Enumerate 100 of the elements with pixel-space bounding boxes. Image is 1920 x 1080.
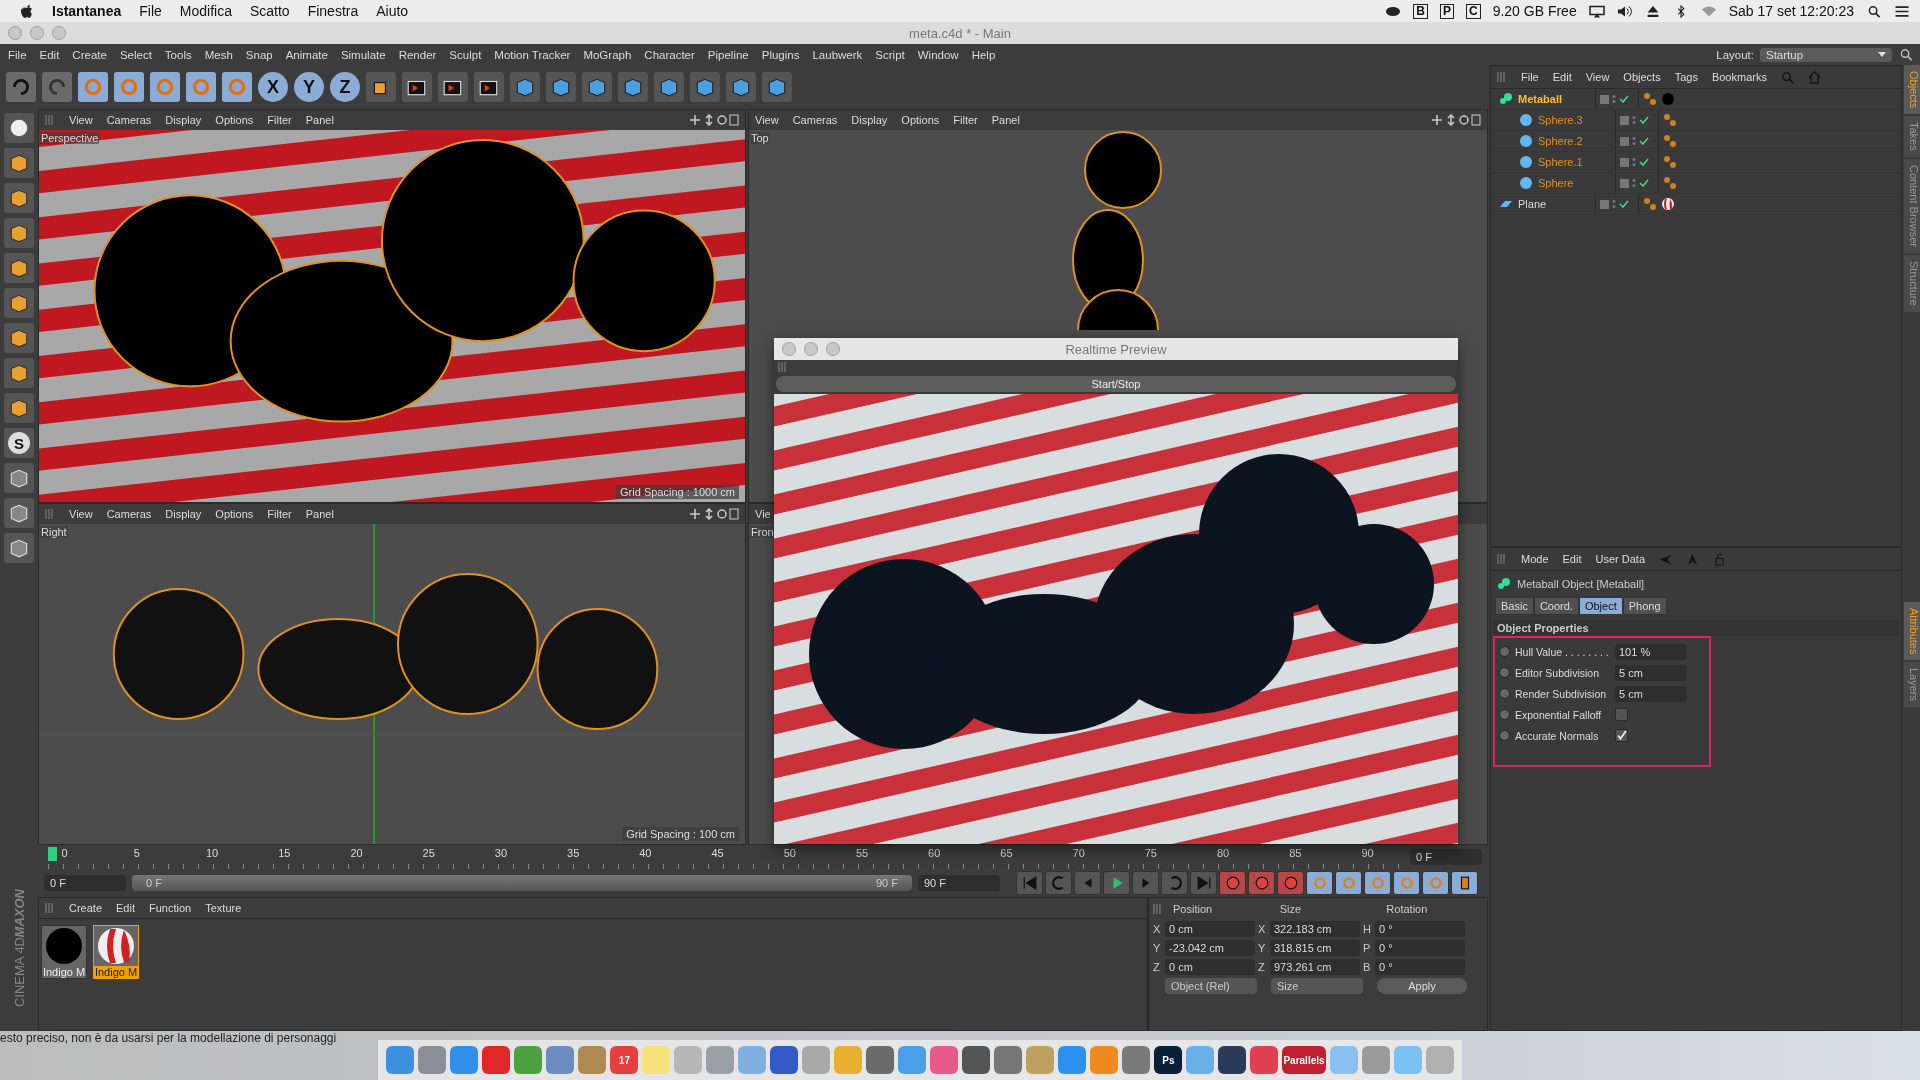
viewport-navigation-icon[interactable] (689, 508, 739, 520)
layout-dropdown[interactable]: Startup (1760, 47, 1892, 62)
viewport-menu-item[interactable]: Cameras (106, 114, 152, 126)
menu-item[interactable]: Motion Tracker (494, 48, 571, 61)
zoom-button[interactable] (52, 26, 66, 40)
position-field[interactable]: 0 cm (1165, 959, 1255, 975)
viewport-menu-item[interactable]: Filter (267, 508, 292, 520)
viewport-navigation-icon[interactable] (1431, 114, 1481, 126)
menu-item[interactable]: Window (917, 48, 959, 61)
attribute-tab[interactable]: Object (1578, 597, 1623, 615)
animation-radio[interactable] (1499, 667, 1510, 678)
visibility-dots-icon[interactable] (1632, 115, 1636, 125)
visibility-dots-icon[interactable] (1632, 136, 1636, 146)
menu-item[interactable]: Character (644, 48, 695, 61)
menu-item[interactable]: User Data (1595, 553, 1646, 565)
menu-item[interactable]: Edit (116, 902, 135, 914)
viewport-menu-item[interactable]: View (69, 508, 93, 520)
app-icon[interactable]: Parallels (1282, 1046, 1326, 1074)
grip-icon[interactable] (778, 362, 788, 372)
material-swatch[interactable]: Indigo M (93, 925, 139, 979)
menu-item[interactable]: File (139, 3, 162, 19)
menu-item[interactable]: Modifica (179, 3, 232, 19)
speaker-icon[interactable] (1616, 4, 1633, 18)
start-frame-field[interactable]: 0 F (44, 875, 126, 891)
grip-icon[interactable] (1497, 554, 1507, 564)
close-button[interactable] (8, 26, 22, 40)
status-icon[interactable]: P (1439, 3, 1454, 19)
clapperboard-icon[interactable] (402, 72, 432, 102)
position-field[interactable]: -23.042 cm (1165, 940, 1255, 956)
rotation-field[interactable]: 0 ° (1375, 959, 1465, 975)
redo-icon[interactable] (42, 72, 72, 102)
menu-item[interactable]: Laubwerk (812, 48, 863, 61)
position-field[interactable]: 0 cm (1165, 921, 1255, 937)
menu-item[interactable]: Bookmarks (1711, 71, 1767, 83)
viewport-menu-item[interactable]: Filter (953, 114, 978, 126)
viewport-menu-item[interactable]: Options (215, 508, 254, 520)
menu-item[interactable]: Help (971, 48, 996, 61)
object-row[interactable]: Sphere (1491, 173, 1901, 194)
circle-letter-icon[interactable]: S (4, 428, 34, 458)
cube-icon[interactable] (510, 72, 540, 102)
menu-item[interactable]: Pipeline (707, 48, 749, 61)
object-row[interactable]: Plane (1491, 194, 1901, 215)
previous-key-button[interactable] (1045, 871, 1072, 895)
phong-tag-icon[interactable] (1663, 134, 1677, 148)
attribute-tab[interactable]: Phong (1622, 597, 1667, 615)
next-key-button[interactable] (1161, 871, 1188, 895)
minimize-button[interactable] (30, 26, 44, 40)
number-field[interactable]: 101 % (1615, 643, 1687, 660)
wifi-icon[interactable] (1700, 4, 1717, 18)
keyframe-filter-button[interactable] (1422, 871, 1449, 895)
menu-item[interactable]: Sculpt (449, 48, 482, 61)
menu-item[interactable]: Tools (164, 48, 192, 61)
attribute-tab[interactable]: Coord. (1533, 597, 1579, 615)
cloud-icon[interactable] (1385, 4, 1402, 18)
checkbox[interactable] (1615, 729, 1628, 742)
disk-space-status[interactable]: 9.20 GB Free (1492, 3, 1577, 19)
zoom-button[interactable] (826, 342, 840, 356)
cube-icon[interactable] (4, 323, 34, 353)
viewport-menu-item[interactable]: Display (165, 114, 202, 126)
axis-lock-button[interactable]: X (258, 72, 288, 102)
animation-radio[interactable] (1499, 730, 1510, 741)
viewport-menu-item[interactable]: Display (165, 508, 202, 520)
menu-item[interactable]: Plugins (761, 48, 800, 61)
status-icon[interactable]: B (1413, 3, 1428, 19)
viewport-menu-item[interactable]: Display (851, 114, 888, 126)
phong-tag-icon[interactable] (1643, 92, 1657, 106)
apple-icon[interactable] (20, 3, 34, 19)
visibility-dots-icon[interactable] (1632, 157, 1636, 167)
end-frame-field[interactable]: 90 F (918, 875, 1000, 891)
checkmark-icon[interactable] (1619, 200, 1629, 208)
menu-item[interactable]: Script (875, 48, 905, 61)
number-field[interactable]: 5 cm (1615, 664, 1687, 681)
grip-icon[interactable] (1497, 72, 1507, 82)
undo-icon[interactable] (6, 72, 36, 102)
skip-to-end-button[interactable] (1190, 871, 1217, 895)
phong-tag-icon[interactable] (1663, 113, 1677, 127)
menu-item[interactable]: Animate (285, 48, 328, 61)
checkmark-icon[interactable] (1639, 179, 1649, 187)
animation-radio[interactable] (1499, 709, 1510, 720)
phong-tag-icon[interactable] (1643, 197, 1657, 211)
menu-item[interactable]: Finestra (307, 3, 359, 19)
viewport-menu-item[interactable]: Panel (305, 114, 334, 126)
app-icon[interactable] (1218, 1046, 1247, 1074)
size-mode-dropdown[interactable]: Size (1271, 978, 1363, 994)
play-button[interactable] (1103, 871, 1130, 895)
menu-item[interactable]: Snap (245, 48, 273, 61)
step-forward-button[interactable] (1132, 871, 1159, 895)
close-button[interactable] (782, 342, 796, 356)
record-key-button[interactable] (1277, 871, 1304, 895)
menu-item[interactable]: Aiuto (376, 3, 409, 19)
checkmark-icon[interactable] (1639, 116, 1649, 124)
menu-item[interactable]: Create (72, 48, 107, 61)
viewport-panel[interactable]: View Cameras Display Options Filter Panel Right Grid Spacing : 100 cm (38, 503, 746, 845)
grip-icon[interactable] (45, 509, 55, 519)
skip-to-start-button[interactable] (1016, 871, 1043, 895)
viewport-menu-item[interactable]: Filter (267, 114, 292, 126)
viewport-menu-item[interactable]: Panel (991, 114, 1020, 126)
keyframe-filter-button[interactable] (1393, 871, 1420, 895)
lock-icon[interactable] (1713, 552, 1727, 566)
layer-square-icon[interactable] (1620, 136, 1629, 146)
